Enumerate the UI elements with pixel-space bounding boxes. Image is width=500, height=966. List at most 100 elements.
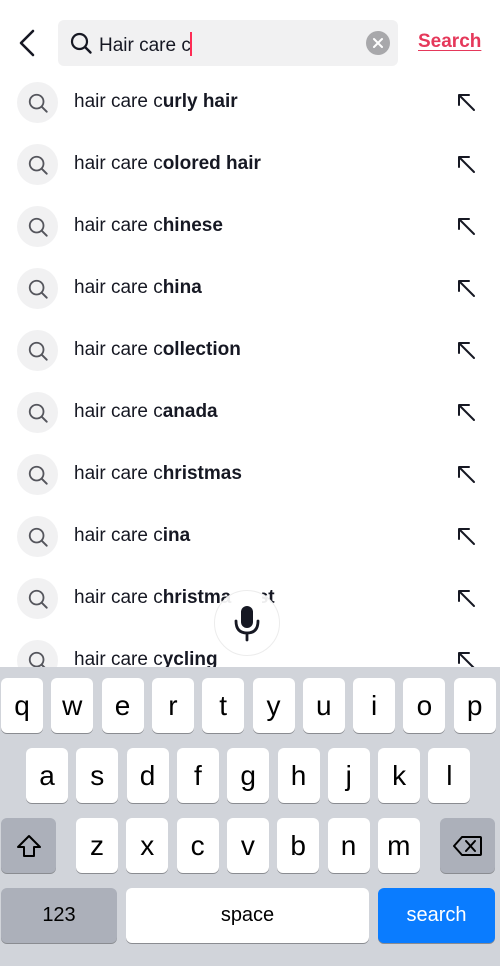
suggestion-text: hair care china [74, 276, 202, 300]
key-j[interactable]: j [327, 748, 370, 803]
key-p[interactable]: p [453, 678, 496, 733]
suggestion-item[interactable]: hair care canada [0, 381, 500, 443]
suggestion-completion: ina [162, 525, 191, 546]
key-c[interactable]: c [176, 818, 219, 873]
suggestion-prefix: hair care c [74, 153, 163, 174]
key-t[interactable]: t [202, 678, 245, 733]
suggestion-icon-circle [17, 454, 58, 495]
key-w[interactable]: w [51, 678, 94, 733]
fill-query-arrow-icon[interactable] [455, 401, 477, 423]
search-icon [28, 341, 48, 361]
fill-query-arrow-icon[interactable] [455, 277, 477, 299]
search-icon [28, 403, 48, 423]
fill-query-arrow-icon[interactable] [455, 339, 477, 361]
suggestion-completion: anada [162, 401, 218, 422]
suggestion-item[interactable]: hair care chinese [0, 195, 500, 257]
key-e[interactable]: e [101, 678, 144, 733]
search-icon [70, 32, 92, 54]
suggestion-icon-circle [17, 578, 58, 619]
suggestion-item[interactable]: hair care colored hair [0, 133, 500, 195]
suggestion-icon-circle [17, 82, 58, 123]
suggestion-icon-circle [17, 206, 58, 247]
backspace-key[interactable] [440, 818, 495, 873]
suggestion-text: hair care cina [74, 524, 190, 548]
suggestion-text: hair care colored hair [74, 152, 261, 176]
suggestion-completion: hina [162, 277, 202, 298]
suggestion-item[interactable]: hair care china [0, 257, 500, 319]
suggestion-completion: ollection [162, 339, 241, 360]
suggestion-prefix: hair care c [74, 339, 163, 360]
search-query-text[interactable]: Hair care c [99, 32, 192, 57]
key-o[interactable]: o [403, 678, 446, 733]
key-a[interactable]: a [26, 748, 68, 803]
suggestion-icon-circle [17, 144, 58, 185]
suggestion-prefix: hair care c [74, 525, 163, 546]
suggestion-text: hair care canada [74, 400, 218, 424]
text-caret [189, 32, 192, 56]
suggestion-item[interactable]: hair care cina [0, 505, 500, 567]
search-icon [28, 279, 48, 299]
suggestion-prefix: hair care c [74, 215, 163, 236]
suggestion-completion: urly hair [162, 91, 238, 112]
suggestion-item[interactable]: hair care curly hair [0, 71, 500, 133]
suggestion-icon-circle [17, 268, 58, 309]
key-n[interactable]: n [327, 818, 370, 873]
fill-query-arrow-icon[interactable] [455, 153, 477, 175]
key-h[interactable]: h [277, 748, 320, 803]
search-header: Hair care c Search [0, 0, 500, 80]
suggestion-prefix: hair care c [74, 401, 163, 422]
suggestion-text: hair care collection [74, 338, 241, 362]
suggestion-text: hair care christmas [74, 462, 242, 486]
key-v[interactable]: v [226, 818, 269, 873]
suggestion-completion: hristmas [162, 463, 242, 484]
key-g[interactable]: g [227, 748, 270, 803]
search-icon [28, 527, 48, 547]
key-s[interactable]: s [76, 748, 119, 803]
key-r[interactable]: r [151, 678, 194, 733]
fill-query-arrow-icon[interactable] [455, 215, 477, 237]
suggestion-icon-circle [17, 516, 58, 557]
fill-query-arrow-icon[interactable] [455, 525, 477, 547]
fill-query-arrow-icon[interactable] [455, 463, 477, 485]
backspace-icon [452, 835, 482, 856]
voice-search-button[interactable] [214, 590, 280, 656]
suggestion-prefix: hair care c [74, 463, 163, 484]
suggestion-completion: hinese [162, 215, 223, 236]
numbers-key[interactable]: 123 [1, 888, 117, 943]
search-submit-link[interactable]: Search [418, 31, 481, 53]
search-input[interactable]: Hair care c [58, 20, 398, 66]
key-m[interactable]: m [377, 818, 420, 873]
chevron-left-icon [19, 29, 35, 57]
key-u[interactable]: u [302, 678, 345, 733]
key-z[interactable]: z [76, 818, 118, 873]
clear-search-button[interactable] [366, 31, 390, 55]
key-q[interactable]: q [1, 678, 43, 733]
key-i[interactable]: i [353, 678, 396, 733]
microphone-icon [234, 606, 260, 642]
on-screen-keyboard: q w e r t y u i o p a s d f g h j k l z x c v b n m 123 space search [0, 667, 500, 966]
key-k[interactable]: k [378, 748, 421, 803]
key-x[interactable]: x [126, 818, 169, 873]
key-l[interactable]: l [428, 748, 471, 803]
search-icon [28, 465, 48, 485]
search-icon [28, 217, 48, 237]
fill-query-arrow-icon[interactable] [455, 91, 477, 113]
suggestion-text: hair care chinese [74, 214, 223, 238]
key-d[interactable]: d [126, 748, 169, 803]
suggestion-text: hair care curly hair [74, 90, 238, 114]
suggestion-icon-circle [17, 392, 58, 433]
suggestion-prefix: hair care c [74, 91, 163, 112]
fill-query-arrow-icon[interactable] [455, 587, 477, 609]
suggestion-item[interactable]: hair care collection [0, 319, 500, 381]
keyboard-search-key[interactable]: search [378, 888, 495, 943]
key-y[interactable]: y [252, 678, 295, 733]
suggestion-item[interactable]: hair care christmas [0, 443, 500, 505]
search-icon [28, 155, 48, 175]
search-icon [28, 93, 48, 113]
shift-key[interactable] [1, 818, 56, 873]
clear-x-icon [373, 38, 383, 48]
key-b[interactable]: b [277, 818, 320, 873]
back-button[interactable] [12, 26, 42, 60]
key-f[interactable]: f [176, 748, 219, 803]
space-key[interactable]: space [126, 888, 369, 943]
